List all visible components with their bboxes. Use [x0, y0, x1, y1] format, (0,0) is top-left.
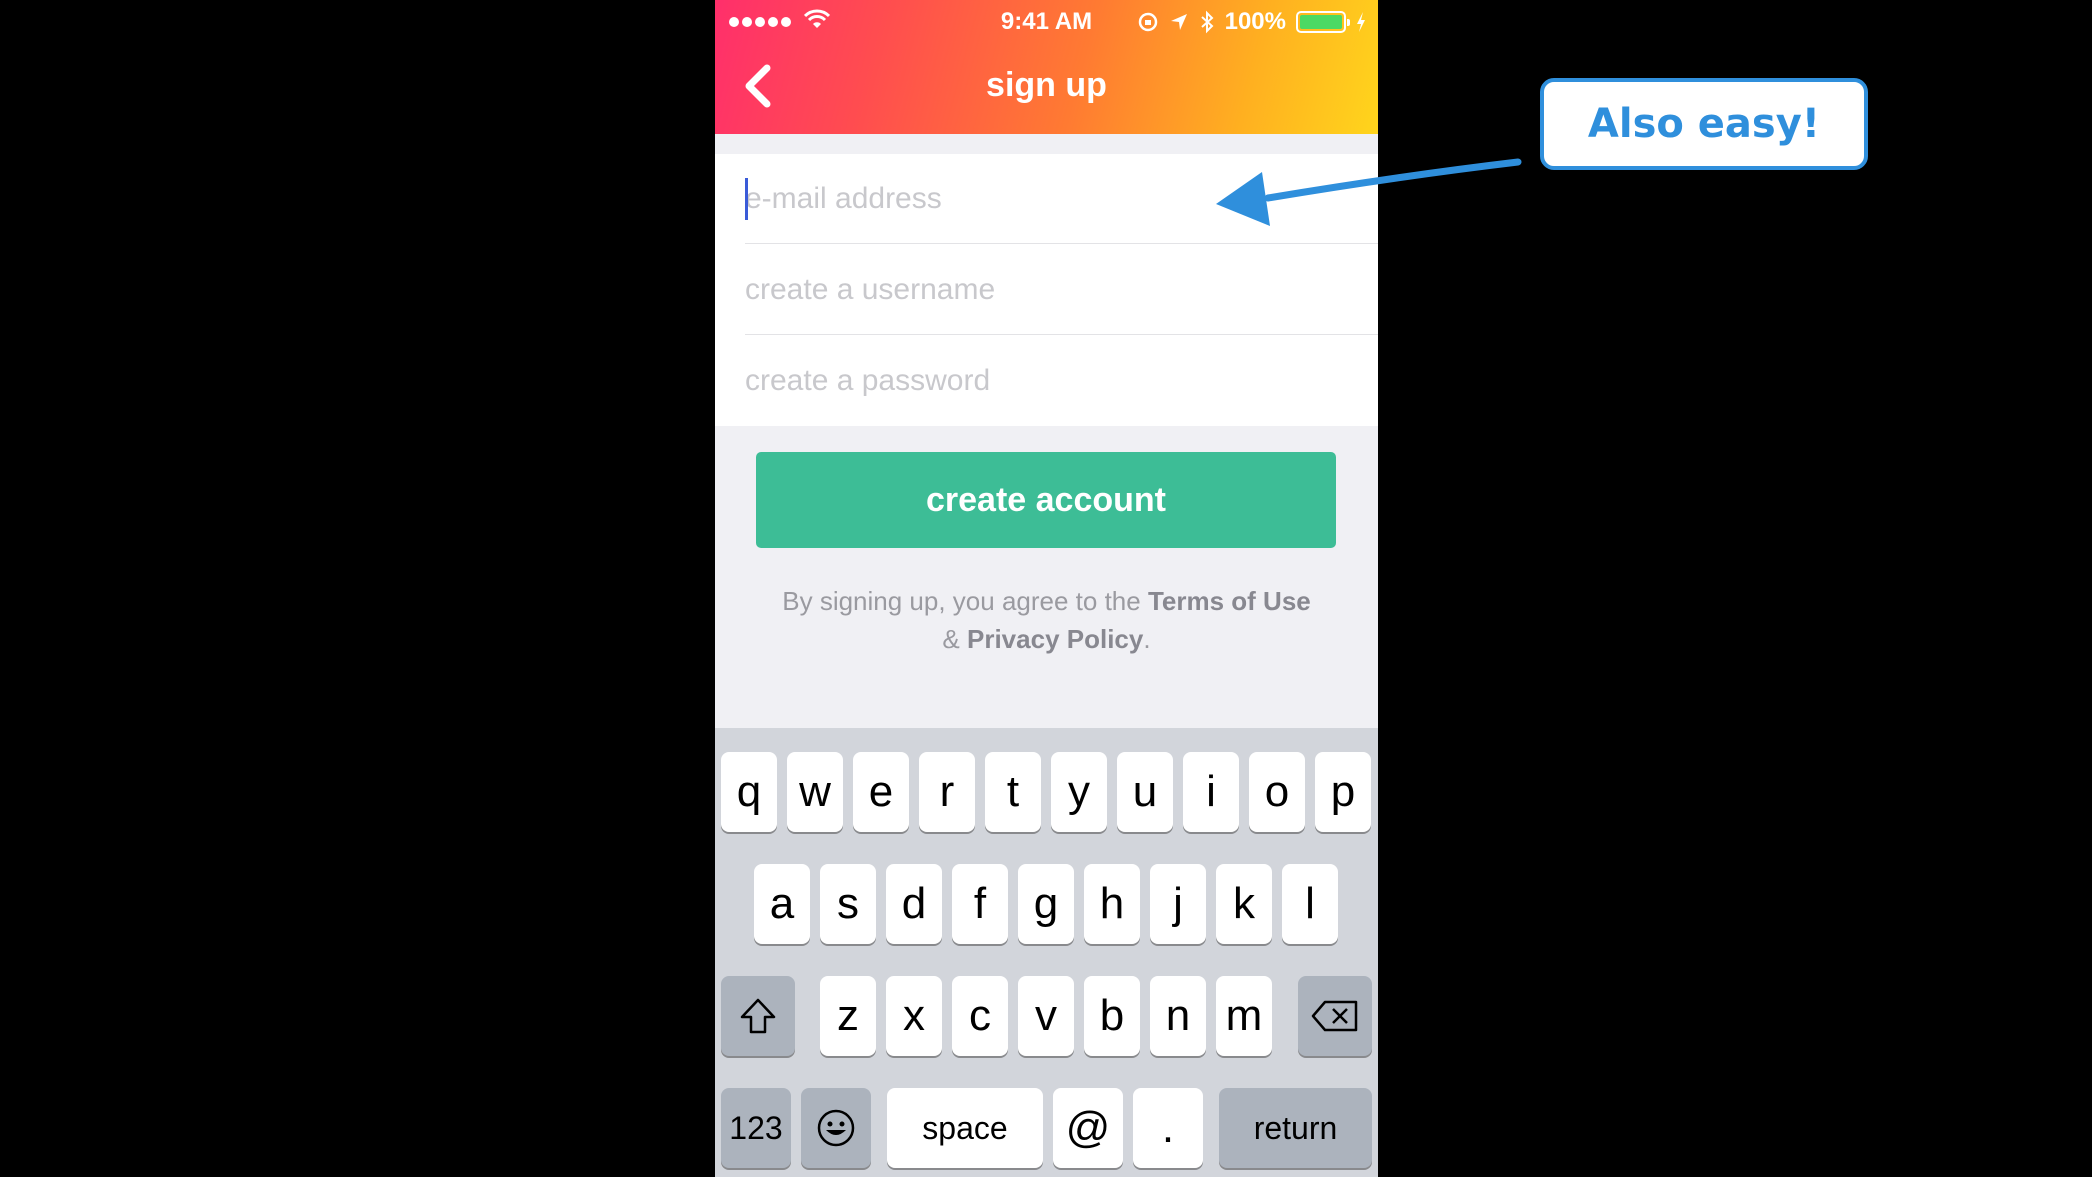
- phone-screen: 9:41 AM 100% sign up e-mail address crea…: [715, 0, 1378, 1177]
- charging-bolt-icon: [1357, 12, 1365, 32]
- numbers-key[interactable]: 123: [721, 1088, 791, 1168]
- delete-key[interactable]: [1298, 976, 1372, 1056]
- terms-notice: By signing up, you agree to the Terms of…: [775, 582, 1318, 658]
- key-u[interactable]: u: [1117, 752, 1173, 832]
- key-l[interactable]: l: [1282, 864, 1338, 944]
- key-p[interactable]: p: [1315, 752, 1371, 832]
- key-k[interactable]: k: [1216, 864, 1272, 944]
- password-field-row: [745, 336, 1378, 426]
- space-key[interactable]: space: [887, 1088, 1043, 1168]
- key-x[interactable]: x: [886, 976, 942, 1056]
- at-key[interactable]: @: [1053, 1088, 1123, 1168]
- nav-header: 9:41 AM 100% sign up: [715, 0, 1378, 134]
- status-right: 100%: [1137, 8, 1366, 36]
- terms-of-use-link[interactable]: Terms of Use: [1148, 586, 1311, 616]
- backspace-icon: [1311, 1000, 1358, 1032]
- terms-joiner: &: [942, 624, 967, 654]
- key-w[interactable]: w: [787, 752, 843, 832]
- battery-percent: 100%: [1224, 8, 1286, 35]
- key-q[interactable]: q: [721, 752, 777, 832]
- email-field-row: [745, 154, 1378, 244]
- key-g[interactable]: g: [1018, 864, 1074, 944]
- signup-form: [715, 154, 1378, 426]
- key-z[interactable]: z: [820, 976, 876, 1056]
- text-cursor: [745, 178, 748, 220]
- key-s[interactable]: s: [820, 864, 876, 944]
- key-o[interactable]: o: [1249, 752, 1305, 832]
- key-a[interactable]: a: [754, 864, 810, 944]
- key-v[interactable]: v: [1018, 976, 1074, 1056]
- battery-icon: [1296, 11, 1350, 33]
- password-input[interactable]: [745, 336, 1345, 426]
- username-input[interactable]: [745, 245, 1345, 335]
- rotation-lock-icon: [1138, 12, 1157, 32]
- terms-prefix: By signing up, you agree to the: [782, 586, 1148, 616]
- key-e[interactable]: e: [853, 752, 909, 832]
- location-arrow-icon: [1170, 14, 1187, 30]
- key-n[interactable]: n: [1150, 976, 1206, 1056]
- email-input[interactable]: [745, 154, 1345, 244]
- key-f[interactable]: f: [952, 864, 1008, 944]
- key-b[interactable]: b: [1084, 976, 1140, 1056]
- username-field-row: [745, 245, 1378, 335]
- key-j[interactable]: j: [1150, 864, 1206, 944]
- bluetooth-icon: [1200, 10, 1214, 34]
- shift-arrow-icon: [740, 998, 776, 1034]
- key-d[interactable]: d: [886, 864, 942, 944]
- key-c[interactable]: c: [952, 976, 1008, 1056]
- return-key[interactable]: return: [1219, 1088, 1372, 1168]
- shift-key[interactable]: [721, 976, 795, 1056]
- page-title: sign up: [986, 66, 1107, 104]
- key-i[interactable]: i: [1183, 752, 1239, 832]
- terms-suffix: .: [1143, 624, 1151, 654]
- annotation-callout: Also easy!: [1540, 78, 1868, 170]
- status-bar: 9:41 AM 100%: [715, 0, 1378, 44]
- emoji-key[interactable]: [801, 1088, 871, 1168]
- keyboard: q w e r t y u i o p a s d f g h j k l z …: [715, 728, 1378, 1177]
- key-r[interactable]: r: [919, 752, 975, 832]
- key-t[interactable]: t: [985, 752, 1041, 832]
- create-account-button[interactable]: create account: [756, 452, 1336, 548]
- key-m[interactable]: m: [1216, 976, 1272, 1056]
- key-y[interactable]: y: [1051, 752, 1107, 832]
- emoji-smiley-icon: [817, 1109, 855, 1147]
- dot-key[interactable]: .: [1133, 1088, 1203, 1168]
- privacy-policy-link[interactable]: Privacy Policy: [967, 624, 1143, 654]
- key-h[interactable]: h: [1084, 864, 1140, 944]
